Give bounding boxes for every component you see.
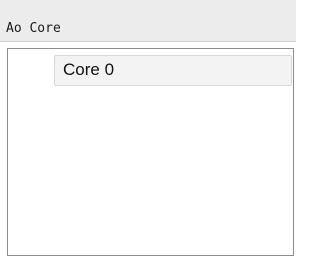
list-item-label: Core 0: [63, 60, 115, 79]
core-list[interactable]: Core 0: [7, 48, 294, 256]
panel-title: Ao Core: [6, 21, 61, 36]
panel-header: Ao Core: [0, 0, 296, 42]
list-item-core-0[interactable]: Core 0: [54, 55, 292, 86]
